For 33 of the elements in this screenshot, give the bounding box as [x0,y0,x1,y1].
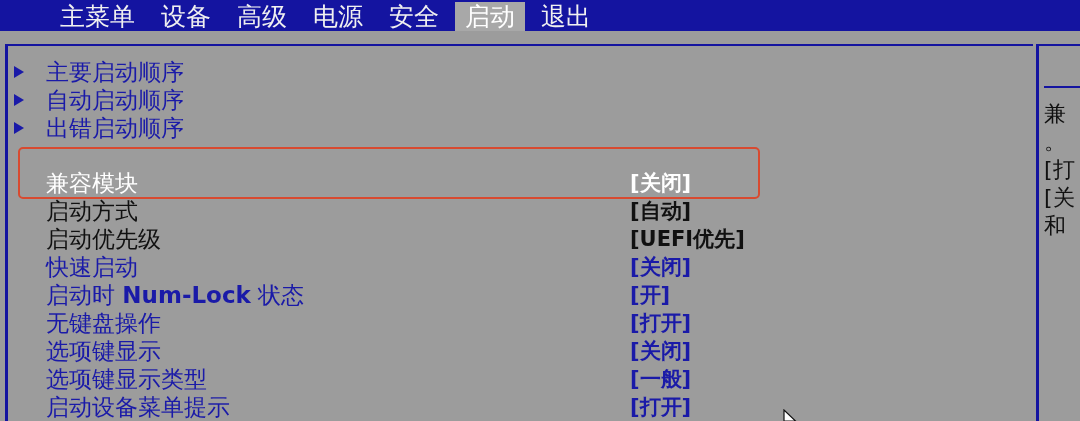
setting-value[interactable]: [打开] [630,310,692,336]
menu-tab[interactable]: 启动 [455,2,525,31]
help-text: [打 [1044,156,1076,184]
help-text: 和 [1044,212,1067,240]
menu-tab[interactable]: 高级 [227,2,297,31]
help-text: [关 [1044,184,1076,212]
menu-tab[interactable]: 主菜单 [50,2,145,31]
menu-tab[interactable]: 电源 [303,2,373,31]
menu-tab[interactable]: 安全 [379,2,449,31]
setting-label[interactable]: 选项键显示类型 [46,366,630,392]
setting-label[interactable]: 启动设备菜单提示 [46,394,630,420]
setting-label[interactable]: 选项键显示 [46,338,630,364]
setting-value[interactable]: [关闭] [630,338,692,364]
help-text: 兼 [1044,100,1067,128]
setting-value[interactable]: [一般] [630,366,692,392]
submenu-item[interactable]: 出错启动顺序 [46,115,184,141]
mouse-cursor-icon [783,409,797,421]
menu-tab[interactable]: 退出 [531,2,601,31]
setting-label[interactable]: 快速启动 [46,254,630,280]
setting-value[interactable]: [关闭] [630,254,692,280]
help-text: 。 [1044,128,1067,156]
submenu-item[interactable]: 自动启动顺序 [46,87,184,113]
menu-tab[interactable]: 设备 [151,2,221,31]
setting-label[interactable]: 无键盘操作 [46,310,630,336]
triangle-icon [13,121,25,135]
submenu-item[interactable]: 主要启动顺序 [46,59,184,85]
setting-label[interactable]: 启动时 Num-Lock 状态 [46,282,630,308]
setting-value[interactable]: [打开] [630,394,692,420]
setting-label[interactable]: 兼容模块 [46,170,630,196]
setting-value[interactable]: [关闭] [630,170,692,196]
triangle-icon [13,93,25,107]
setting-value[interactable]: [开] [630,282,671,308]
triangle-icon [13,65,25,79]
